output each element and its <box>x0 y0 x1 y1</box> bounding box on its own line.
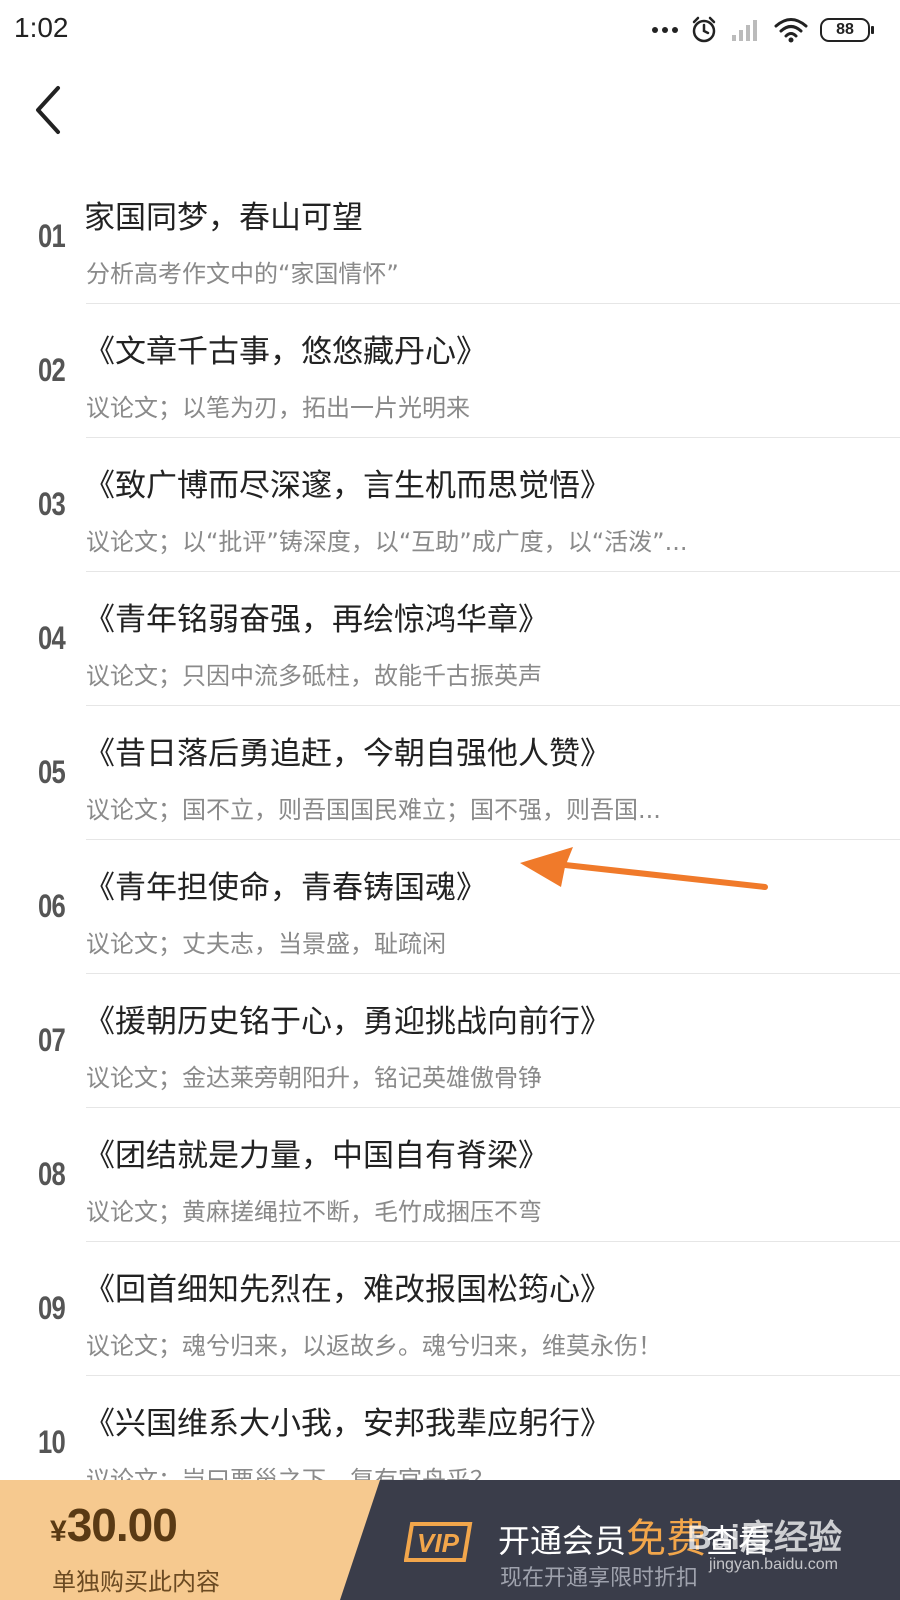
item-number: 09 <box>38 1290 66 1326</box>
item-subtitle: 议论文；丈夫志，当景盛，耻疏闲 <box>86 930 446 958</box>
item-number: 10 <box>38 1424 66 1460</box>
vip-main-suffix: 查看 <box>706 1522 771 1560</box>
page: 1:02 88 01 家国同梦，春山可望 分析高考作文中的“家国情怀” 02 《… <box>0 0 900 1600</box>
status-bar: 1:02 88 <box>0 0 900 60</box>
item-title: 《青年担使命，青春铸国魂》 <box>84 870 487 906</box>
item-title: 《文章千古事，悠悠藏丹心》 <box>84 334 487 370</box>
buy-label: 单独购买此内容 <box>52 1568 220 1596</box>
vip-open-button[interactable]: VIP 开通会员免费查看 现在开通享限时折扣 <box>340 1480 900 1600</box>
list-item[interactable]: 01 家国同梦，春山可望 分析高考作文中的“家国情怀” <box>0 170 900 304</box>
more-dots-icon <box>652 27 678 33</box>
item-number: 08 <box>38 1156 66 1192</box>
item-title: 《兴国维系大小我，安邦我辈应躬行》 <box>84 1406 611 1442</box>
item-subtitle: 议论文；以笔为刃，拓出一片光明来 <box>86 394 470 422</box>
item-number: 02 <box>38 352 66 388</box>
item-subtitle: 分析高考作文中的“家国情怀” <box>86 260 399 288</box>
vip-main-text: 开通会员免费查看 <box>498 1506 770 1564</box>
item-number: 07 <box>38 1022 66 1058</box>
back-button[interactable] <box>28 82 72 138</box>
item-title: 《团结就是力量，中国自有脊梁》 <box>84 1138 549 1174</box>
item-number: 06 <box>38 888 66 924</box>
battery-indicator: 88 <box>820 18 874 42</box>
item-title: 《致广博而尽深邃，言生机而思觉悟》 <box>84 468 611 504</box>
currency-symbol: ¥ <box>50 1515 67 1548</box>
price-amount: 30.00 <box>66 1499 178 1551</box>
buy-single-button[interactable]: ¥30.00 单独购买此内容 <box>0 1480 380 1600</box>
price: ¥30.00 <box>50 1498 178 1552</box>
purchase-bar: ¥30.00 单独购买此内容 VIP 开通会员免费查看 现在开通享限时折扣 <box>0 1480 900 1600</box>
status-time: 1:02 <box>14 12 69 43</box>
vip-free-text: 免费 <box>626 1516 707 1562</box>
wifi-icon <box>774 18 808 43</box>
vip-main-prefix: 开通会员 <box>498 1522 627 1560</box>
item-subtitle: 议论文；国不立，则吾国国民难立；国不强，则吾国... <box>86 796 661 824</box>
item-title: 家国同梦，春山可望 <box>84 200 363 236</box>
vip-sub-text: 现在开通享限时折扣 <box>500 1566 699 1591</box>
list-item[interactable]: 06 《青年担使命，青春铸国魂》 议论文；丈夫志，当景盛，耻疏闲 <box>0 840 900 974</box>
alarm-icon <box>692 16 716 43</box>
list-item[interactable]: 04 《青年铭弱奋强，再绘惊鸿华章》 议论文；只因中流多砥柱，故能千古振英声 <box>0 572 900 706</box>
item-number: 01 <box>38 218 66 254</box>
item-number: 03 <box>38 486 66 522</box>
item-number: 05 <box>38 754 66 790</box>
item-subtitle: 议论文；只因中流多砥柱，故能千古振英声 <box>86 662 542 690</box>
list-item[interactable]: 03 《致广博而尽深邃，言生机而思觉悟》 议论文；以“批评”铸深度，以“互助”成… <box>0 438 900 572</box>
list-item[interactable]: 07 《援朝历史铭于心，勇迎挑战向前行》 议论文；金达莱旁朝阳升，铭记英雄傲骨铮 <box>0 974 900 1108</box>
item-title: 《昔日落后勇追赶，今朝自强他人赞》 <box>84 736 611 772</box>
vip-badge-icon: VIP <box>404 1522 473 1562</box>
list-item[interactable]: 08 《团结就是力量，中国自有脊梁》 议论文；黄麻搓绳拉不断，毛竹成捆压不弯 <box>0 1108 900 1242</box>
list-item[interactable]: 05 《昔日落后勇追赶，今朝自强他人赞》 议论文；国不立，则吾国国民难立；国不强… <box>0 706 900 840</box>
item-subtitle: 议论文；魂兮归来，以返故乡。魂兮归来，维莫永伤！ <box>86 1332 662 1360</box>
status-icons: 88 <box>652 14 874 46</box>
list-item[interactable]: 02 《文章千古事，悠悠藏丹心》 议论文；以笔为刃，拓出一片光明来 <box>0 304 900 438</box>
item-title: 《援朝历史铭于心，勇迎挑战向前行》 <box>84 1004 611 1040</box>
vip-badge-text: VIP <box>417 1528 460 1558</box>
list-item[interactable]: 09 《回首细知先烈在，难改报国松筠心》 议论文；魂兮归来，以返故乡。魂兮归来，… <box>0 1242 900 1376</box>
item-subtitle: 议论文；黄麻搓绳拉不断，毛竹成捆压不弯 <box>86 1198 542 1226</box>
item-number: 04 <box>38 620 66 656</box>
item-subtitle: 议论文；金达莱旁朝阳升，铭记英雄傲骨铮 <box>86 1064 542 1092</box>
item-title: 《青年铭弱奋强，再绘惊鸿华章》 <box>84 602 549 638</box>
item-subtitle: 议论文；以“批评”铸深度，以“互助”成广度，以“活泼”... <box>86 528 688 556</box>
chevron-left-icon <box>36 86 60 134</box>
signal-icon <box>732 20 757 41</box>
item-title: 《回首细知先烈在，难改报国松筠心》 <box>84 1272 611 1308</box>
